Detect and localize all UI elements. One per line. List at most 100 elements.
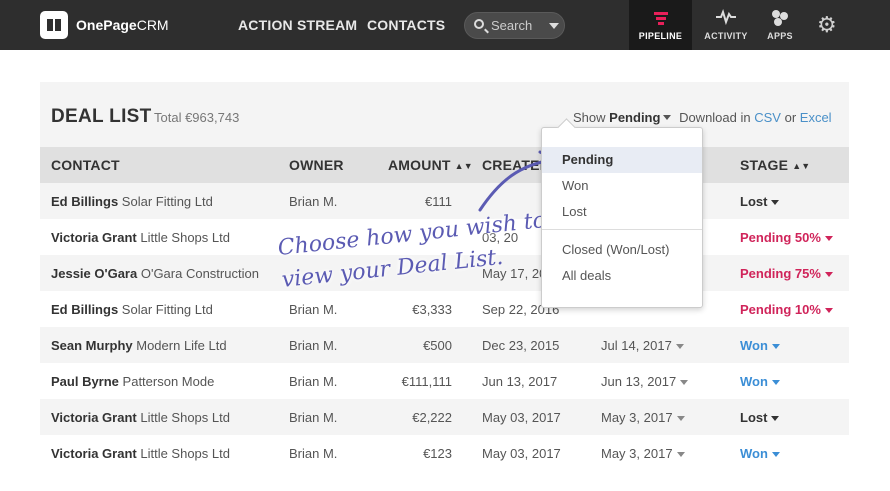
contact-name: Ed Billings bbox=[51, 194, 119, 209]
stage-cell[interactable]: Won bbox=[740, 446, 780, 461]
stage-cell[interactable]: Lost bbox=[740, 194, 780, 209]
top-nav: OnePageCRM ACTION STREAM CONTACTS Search… bbox=[0, 0, 890, 50]
chevron-down-icon[interactable] bbox=[771, 452, 780, 458]
dropdown-divider bbox=[542, 229, 702, 230]
deal-total: Total €963,743 bbox=[154, 110, 240, 125]
table-row[interactable]: Sean Murphy Modern Life Ltd Brian M. €500 D… bbox=[40, 327, 849, 363]
nav-activity-label: ACTIVITY bbox=[704, 31, 748, 41]
pulse-icon bbox=[716, 9, 736, 25]
col-amount[interactable]: AMOUNT ▲▼ bbox=[388, 157, 473, 173]
chevron-down-icon[interactable] bbox=[680, 380, 689, 386]
dropdown-item-all[interactable]: All deals bbox=[542, 263, 702, 289]
nav-action-stream[interactable]: ACTION STREAM bbox=[238, 17, 357, 33]
nav-apps-label: APPS bbox=[767, 31, 793, 41]
onepage-logo-icon bbox=[40, 11, 68, 39]
chevron-down-icon[interactable] bbox=[824, 236, 833, 242]
gear-icon[interactable]: ⚙ bbox=[817, 14, 837, 36]
company-name: Little Shops Ltd bbox=[140, 446, 230, 461]
deal-list-panel: DEAL LIST Total €963,743 Show Pending Do… bbox=[40, 82, 849, 471]
table-row[interactable]: Ed Billings Solar Fitting Ltd Brian M. €11… bbox=[40, 183, 849, 219]
contact-cell[interactable]: Paul Byrne Patterson Mode bbox=[51, 374, 214, 389]
contact-cell[interactable]: Sean Murphy Modern Life Ltd bbox=[51, 338, 227, 353]
company-name: Solar Fitting Ltd bbox=[121, 194, 213, 209]
created-cell: May 03, 2017 bbox=[482, 410, 561, 425]
owner-cell: Brian M. bbox=[289, 410, 338, 425]
col-stage[interactable]: STAGE ▲▼ bbox=[740, 157, 810, 173]
owner-cell: Brian M. bbox=[289, 374, 338, 389]
show-filter-select[interactable]: Pending bbox=[609, 110, 660, 125]
created-cell: Jun 13, 2017 bbox=[482, 374, 558, 389]
table-header: CONTACT OWNER AMOUNT ▲▼ CREATED STAGE ▲▼ bbox=[40, 147, 849, 183]
stage-cell[interactable]: Pending 75% bbox=[740, 266, 833, 281]
contact-cell[interactable]: Ed Billings Solar Fitting Ltd bbox=[51, 194, 213, 209]
brand-name: OnePageCRM bbox=[76, 17, 169, 33]
chevron-down-icon[interactable] bbox=[771, 380, 780, 386]
col-contact[interactable]: CONTACT bbox=[51, 157, 120, 173]
amount-cell: €2,222 bbox=[412, 410, 452, 425]
search-icon bbox=[474, 19, 484, 29]
download-excel-link[interactable]: Excel bbox=[800, 110, 832, 125]
chevron-down-icon[interactable] bbox=[676, 452, 685, 458]
close-date-cell[interactable]: Jul 14, 2017 bbox=[601, 338, 684, 353]
stage-cell[interactable]: Pending 50% bbox=[740, 230, 833, 245]
nav-contacts[interactable]: CONTACTS bbox=[367, 17, 445, 33]
contact-name: Victoria Grant bbox=[51, 230, 137, 245]
stage-cell[interactable]: Won bbox=[740, 374, 780, 389]
contact-cell[interactable]: Jessie O'Gara O'Gara Construction bbox=[51, 266, 259, 281]
dropdown-item-lost[interactable]: Lost bbox=[542, 199, 702, 225]
nav-pipeline-label: PIPELINE bbox=[638, 31, 683, 41]
nav-pipeline[interactable]: PIPELINE bbox=[629, 0, 692, 50]
owner-cell: Brian M. bbox=[289, 338, 338, 353]
company-name: Solar Fitting Ltd bbox=[121, 302, 213, 317]
stage-cell[interactable]: Won bbox=[740, 338, 780, 353]
contact-name: Victoria Grant bbox=[51, 410, 137, 425]
company-name: O'Gara Construction bbox=[140, 266, 259, 281]
company-name: Little Shops Ltd bbox=[140, 230, 230, 245]
owner-cell: Brian M. bbox=[289, 194, 338, 209]
stage-cell[interactable]: Lost bbox=[740, 410, 780, 425]
download-label: Download in bbox=[679, 110, 751, 125]
col-owner[interactable]: OWNER bbox=[289, 157, 344, 173]
dropdown-item-closed[interactable]: Closed (Won/Lost) bbox=[542, 237, 702, 263]
chevron-down-icon[interactable] bbox=[824, 272, 833, 278]
contact-name: Jessie O'Gara bbox=[51, 266, 138, 281]
chevron-down-icon[interactable] bbox=[771, 416, 780, 422]
show-label: Show bbox=[573, 110, 606, 125]
contact-name: Sean Murphy bbox=[51, 338, 133, 353]
chevron-down-icon[interactable] bbox=[663, 115, 672, 121]
sort-icon: ▲▼ bbox=[792, 161, 811, 172]
nav-apps[interactable]: APPS bbox=[762, 0, 798, 50]
download-csv-link[interactable]: CSV bbox=[754, 110, 781, 125]
created-cell: Dec 23, 2015 bbox=[482, 338, 560, 353]
table-row[interactable]: Victoria Grant Little Shops Ltd Brian M. €… bbox=[40, 435, 849, 471]
chevron-down-icon[interactable] bbox=[771, 344, 780, 350]
stage-cell[interactable]: Pending 10% bbox=[740, 302, 833, 317]
dropdown-item-pending[interactable]: Pending bbox=[542, 147, 702, 173]
brand-logo[interactable]: OnePageCRM bbox=[40, 11, 169, 39]
close-date-cell[interactable]: May 3, 2017 bbox=[601, 410, 685, 425]
chevron-down-icon[interactable] bbox=[549, 23, 559, 29]
table-row[interactable]: Paul Byrne Patterson Mode Brian M. €111,11… bbox=[40, 363, 849, 399]
or-label: or bbox=[784, 110, 797, 125]
contact-cell[interactable]: Victoria Grant Little Shops Ltd bbox=[51, 446, 230, 461]
contact-cell[interactable]: Ed Billings Solar Fitting Ltd bbox=[51, 302, 213, 317]
chevron-down-icon[interactable] bbox=[676, 416, 685, 422]
search-box[interactable]: Search bbox=[464, 12, 565, 39]
show-filter-line: Show Pending Download in CSV or Excel bbox=[573, 110, 832, 125]
close-date-cell[interactable]: Jun 13, 2017 bbox=[601, 374, 689, 389]
close-date-cell[interactable]: May 3, 2017 bbox=[601, 446, 685, 461]
chevron-down-icon[interactable] bbox=[675, 344, 684, 350]
contact-name: Paul Byrne bbox=[51, 374, 119, 389]
nav-activity[interactable]: ACTIVITY bbox=[699, 0, 753, 50]
table-row[interactable]: Victoria Grant Little Shops Ltd Brian M. €… bbox=[40, 399, 849, 435]
contact-cell[interactable]: Victoria Grant Little Shops Ltd bbox=[51, 410, 230, 425]
contact-cell[interactable]: Victoria Grant Little Shops Ltd bbox=[51, 230, 230, 245]
dropdown-item-won[interactable]: Won bbox=[542, 173, 702, 199]
chevron-down-icon[interactable] bbox=[771, 200, 780, 206]
table-row[interactable]: Ed Billings Solar Fitting Ltd Brian M. €3,… bbox=[40, 291, 849, 327]
amount-cell: €500 bbox=[423, 338, 452, 353]
company-name: Little Shops Ltd bbox=[140, 410, 230, 425]
chevron-down-icon[interactable] bbox=[824, 308, 833, 314]
amount-cell: €3,333 bbox=[412, 302, 452, 317]
amount-cell: €111 bbox=[425, 194, 452, 209]
